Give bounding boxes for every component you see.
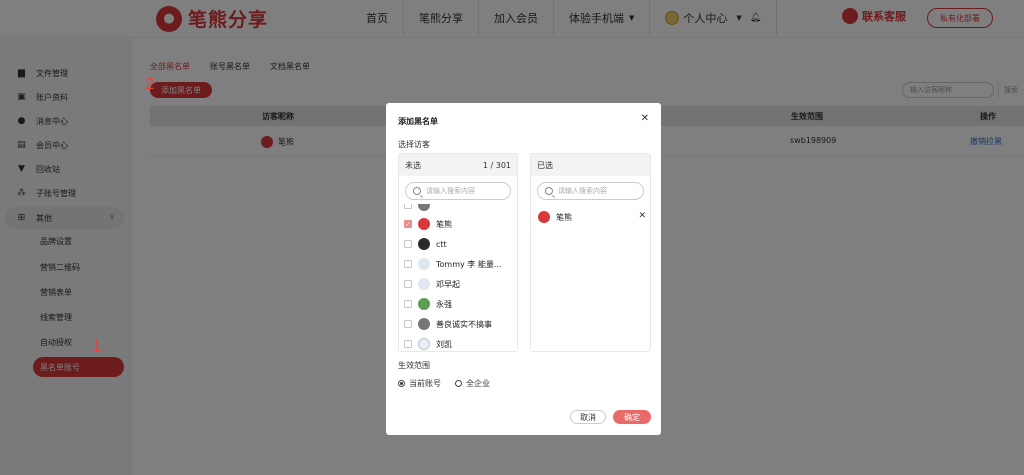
selection-count: 1 / 301 [482,160,511,170]
radio-label: 当前账号 [409,379,441,388]
visitor-name: 笔熊 [436,219,452,229]
radio-current-account[interactable]: 当前账号 [398,378,441,389]
selected-name: 笔熊 [556,212,572,222]
list-item[interactable]: 邓早起 [404,277,460,291]
unselected-header: 未选 1 / 301 [399,154,517,176]
visitor-list[interactable]: ✓ 笔熊 ctt Tommy 李 能量... 邓早起 永强 善良诚实不搞事 刘凯 [399,204,517,351]
modal-title: 添加黑名单 [398,117,438,126]
radio-dot-checked [398,380,405,387]
unselected-search-input[interactable]: 请输入搜索内容 [405,182,511,200]
visitor-name: 刘凯 [436,339,452,349]
avatar [418,318,430,330]
list-item[interactable]: 善良诚实不搞事 [404,317,492,331]
avatar [418,338,430,350]
avatar [418,298,430,310]
checkbox[interactable] [404,240,412,248]
visitor-name: ctt [436,239,447,249]
visitor-name: 邓早起 [436,279,460,289]
avatar [538,211,550,223]
list-item[interactable]: Tommy 李 能量... [404,257,501,271]
list-item[interactable]: 刘凯 [404,337,452,351]
search-placeholder: 请输入搜索内容 [426,187,475,195]
selected-panel: 已选 请输入搜索内容 笔熊 ✕ [530,153,651,352]
checkbox[interactable] [404,340,412,348]
avatar [418,258,430,270]
checkbox[interactable] [404,320,412,328]
list-item[interactable]: ✓ 笔熊 [404,217,452,231]
checkbox-checked[interactable]: ✓ [404,220,412,228]
add-blacklist-modal: 添加黑名单 ✕ 选择访客 未选 1 / 301 请输入搜索内容 ✓ 笔熊 ctt … [386,103,661,435]
search-placeholder: 请输入搜索内容 [558,187,607,195]
close-icon[interactable]: ✕ [641,113,649,124]
search-icon [545,187,553,195]
select-visitor-label: 选择访客 [398,140,430,149]
scope-label: 生效范围 [398,361,430,370]
selected-search-input[interactable]: 请输入搜索内容 [537,182,644,200]
unselected-panel: 未选 1 / 301 请输入搜索内容 ✓ 笔熊 ctt Tommy 李 能量...… [398,153,518,352]
avatar [418,218,430,230]
radio-dot [455,380,462,387]
checkbox[interactable] [404,260,412,268]
avatar [418,278,430,290]
list-item[interactable]: ctt [404,237,447,251]
close-icon[interactable]: ✕ [638,211,646,221]
selected-title: 已选 [537,160,553,170]
step-marker-1: 1 [92,336,102,355]
checkbox[interactable] [404,204,412,209]
list-item[interactable] [404,204,430,212]
visitor-name: 善良诚实不搞事 [436,319,492,329]
list-item[interactable]: 永强 [404,297,452,311]
radio-whole-enterprise[interactable]: 全企业 [455,378,490,389]
confirm-button[interactable]: 确定 [613,410,651,424]
visitor-name: 永强 [436,299,452,309]
selected-header: 已选 [531,154,650,176]
radio-label: 全企业 [466,379,490,388]
avatar [418,238,430,250]
scope-options: 当前账号 全企业 [398,378,490,389]
step-marker-2: 2 [145,74,155,93]
selected-item: 笔熊 ✕ [538,210,646,224]
checkbox[interactable] [404,280,412,288]
avatar [418,204,430,211]
checkbox[interactable] [404,300,412,308]
unselected-title: 未选 [405,160,421,170]
visitor-name: Tommy 李 能量... [436,259,502,269]
cancel-button[interactable]: 取消 [570,410,606,424]
search-icon [413,187,421,195]
